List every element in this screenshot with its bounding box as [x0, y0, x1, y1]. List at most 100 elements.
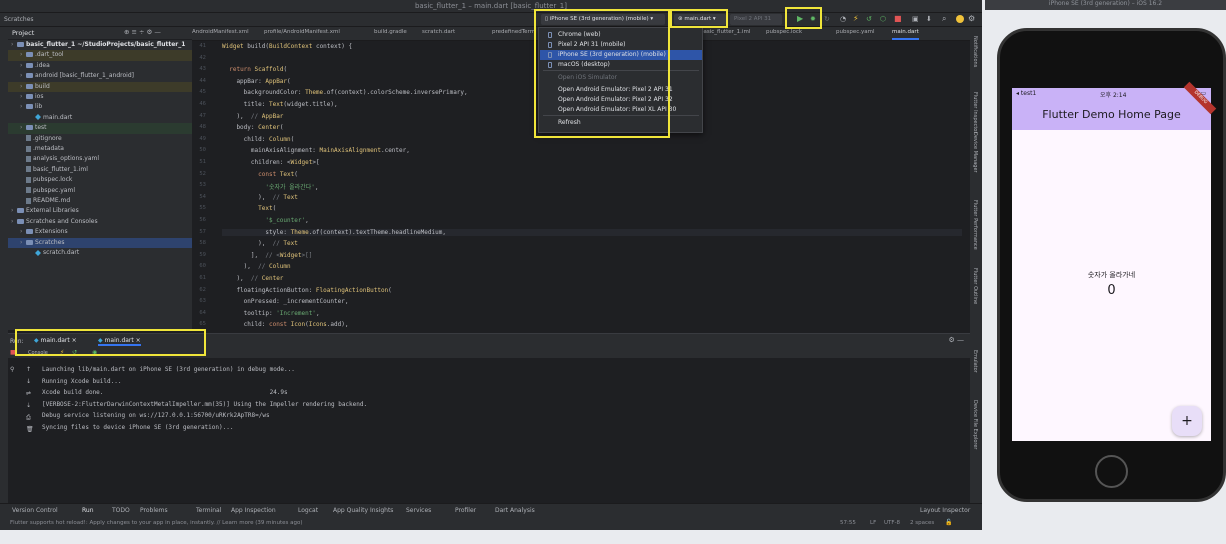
device-mirror-icon[interactable]: ▣: [912, 15, 919, 23]
sdk-manager-icon[interactable]: ⬇: [926, 15, 932, 23]
right-tool-label[interactable]: Flutter Outline: [972, 268, 978, 304]
editor-tab[interactable]: main.dart: [892, 29, 919, 40]
project-tree-item[interactable]: pubspec.yaml: [8, 186, 192, 197]
project-tree-item[interactable]: basic_flutter_1.iml: [8, 165, 192, 176]
code-line[interactable]: '$_counter',: [222, 217, 308, 224]
project-tree-item[interactable]: .metadata: [8, 144, 192, 155]
project-tree-item[interactable]: › basic_flutter_1 ~/StudioProjects/basic_…: [8, 40, 192, 51]
bottom-tool-button[interactable]: Run: [82, 507, 94, 514]
code-line[interactable]: title: Text(widget.title),: [222, 101, 338, 108]
down-icon[interactable]: ↓: [26, 378, 31, 385]
code-line[interactable]: ], // <Widget>[]: [222, 252, 312, 259]
code-line[interactable]: child: Column(: [222, 136, 295, 143]
code-line[interactable]: ), // Text: [222, 240, 298, 247]
code-line[interactable]: body: Center(: [222, 124, 283, 131]
bottom-tool-button[interactable]: Dart Analysis: [495, 507, 535, 514]
avd-selector[interactable]: Pixel 2 API 31: [730, 14, 782, 25]
code-line[interactable]: tooltip: 'Increment',: [222, 310, 320, 317]
project-view-label[interactable]: Project: [12, 29, 34, 37]
bottom-tool-button[interactable]: Terminal: [196, 507, 221, 514]
bottom-tool-button[interactable]: Services: [406, 507, 431, 514]
right-tool-label[interactable]: Emulator: [972, 350, 978, 373]
code-line[interactable]: Widget build(BuildContext context) {: [222, 43, 352, 50]
soft-wrap-icon[interactable]: ⇌: [26, 390, 31, 397]
project-tree-item[interactable]: › External Libraries: [8, 206, 192, 217]
lock-icon[interactable]: 🔓: [945, 519, 952, 526]
stop-icon[interactable]: ■: [894, 14, 902, 23]
editor-tab[interactable]: AndroidManifest.xml: [192, 29, 249, 35]
project-tree-item[interactable]: › lib: [8, 102, 192, 113]
project-tree-item[interactable]: pubspec.lock: [8, 175, 192, 186]
hot-restart-icon[interactable]: ↺: [866, 15, 872, 23]
pin-icon[interactable]: ⚲: [10, 366, 14, 373]
right-tool-label[interactable]: Notifications: [972, 36, 978, 67]
up-icon[interactable]: ↑: [26, 366, 31, 373]
hot-reload-icon[interactable]: ⚡: [853, 14, 859, 23]
indent-setting[interactable]: 2 spaces: [910, 520, 934, 526]
code-line[interactable]: ), // Text: [222, 194, 298, 201]
run-panel-settings-icon[interactable]: ⚙ —: [948, 336, 964, 344]
project-tree-item[interactable]: › android [basic_flutter_1_android]: [8, 71, 192, 82]
code-line[interactable]: backgroundColor: Theme.of(context).color…: [222, 89, 468, 96]
flutter-inspector-icon[interactable]: ⬡: [880, 15, 886, 23]
code-line[interactable]: const Text(: [222, 171, 298, 178]
editor-tab[interactable]: pubspec.yaml: [836, 29, 875, 35]
code-line[interactable]: Text(: [222, 205, 276, 212]
attach-icon[interactable]: ↻: [824, 15, 830, 23]
right-tool-label[interactable]: Flutter Inspector: [972, 92, 978, 133]
code-line[interactable]: ), // Column: [222, 263, 291, 270]
bottom-tool-button[interactable]: App Inspection: [231, 507, 276, 514]
editor-tab[interactable]: basic_flutter_1.iml: [700, 29, 750, 35]
status-message[interactable]: Flutter supports hot reload!: Apply chan…: [10, 520, 303, 526]
scroll-end-icon[interactable]: ⇣: [26, 402, 31, 409]
project-tree-item[interactable]: › test: [8, 123, 192, 134]
home-button[interactable]: [1095, 455, 1128, 488]
editor-tab[interactable]: profile/AndroidManifest.xml: [264, 29, 340, 35]
project-tree-item[interactable]: .gitignore: [8, 134, 192, 145]
code-line[interactable]: '숫자가 올라간다',: [222, 182, 318, 191]
code-line[interactable]: ), // AppBar: [222, 113, 283, 120]
project-tree-item[interactable]: › build: [8, 81, 192, 93]
code-line[interactable]: child: const Icon(Icons.add),: [222, 321, 349, 328]
bottom-tool-button[interactable]: Problems: [140, 507, 168, 514]
project-tree-item[interactable]: analysis_options.yaml: [8, 154, 192, 165]
right-tool-label[interactable]: Device Manager: [972, 132, 978, 173]
print-icon[interactable]: ⎙: [26, 414, 31, 422]
bottom-tool-button[interactable]: Layout Inspector: [920, 507, 970, 514]
right-tool-label[interactable]: Device File Explorer: [972, 400, 978, 449]
bottom-tool-button[interactable]: Version Control: [12, 507, 58, 514]
cursor-position[interactable]: 57:55: [840, 520, 856, 526]
code-line[interactable]: mainAxisAlignment: MainAxisAlignment.cen…: [222, 147, 410, 154]
editor-tab[interactable]: pubspec.lock: [766, 29, 802, 35]
bottom-tool-button[interactable]: Logcat: [298, 507, 318, 514]
code-line[interactable]: children: <Widget>[: [222, 159, 320, 166]
right-tool-label[interactable]: Flutter Performance: [972, 200, 978, 250]
trash-icon[interactable]: 🗑: [26, 426, 34, 433]
project-tree-item[interactable]: › Scratches: [8, 237, 192, 249]
editor-tab[interactable]: predefinedTerm: [492, 29, 535, 35]
editor-tab[interactable]: scratch.dart: [422, 29, 455, 35]
line-ending[interactable]: LF: [870, 520, 876, 526]
scratches-label[interactable]: Scratches: [4, 16, 34, 23]
code-line[interactable]: return Scaffold(: [222, 66, 287, 73]
code-line[interactable]: floatingActionButton: FloatingActionButt…: [222, 287, 391, 294]
code-line[interactable]: appBar: AppBar(: [222, 78, 290, 85]
project-tree-item[interactable]: scratch.dart: [8, 248, 192, 259]
bottom-tool-button[interactable]: Profiler: [455, 507, 476, 514]
code-line[interactable]: style: Theme.of(context).textTheme.headl…: [222, 228, 962, 236]
project-tree-item[interactable]: main.dart: [8, 113, 192, 124]
project-tree-item[interactable]: › .idea: [8, 61, 192, 72]
project-tools-icon[interactable]: ⊕ ≡ ÷ ⚙ —: [124, 28, 161, 36]
project-tree-item[interactable]: › Extensions: [8, 227, 192, 238]
search-icon[interactable]: ⌕: [942, 14, 946, 24]
project-tree-item[interactable]: README.md: [8, 196, 192, 207]
bottom-tool-button[interactable]: TODO: [112, 507, 130, 514]
increment-button[interactable]: +: [1172, 406, 1202, 436]
file-encoding[interactable]: UTF-8: [884, 520, 900, 526]
project-tree-item[interactable]: › Scratches and Consoles: [8, 217, 192, 228]
code-line[interactable]: ), // Center: [222, 275, 283, 282]
update-icon[interactable]: [956, 15, 964, 23]
project-tree-item[interactable]: › ios: [8, 92, 192, 103]
profile-icon[interactable]: ◔: [840, 15, 846, 23]
code-line[interactable]: onPressed: _incrementCounter,: [222, 298, 349, 305]
